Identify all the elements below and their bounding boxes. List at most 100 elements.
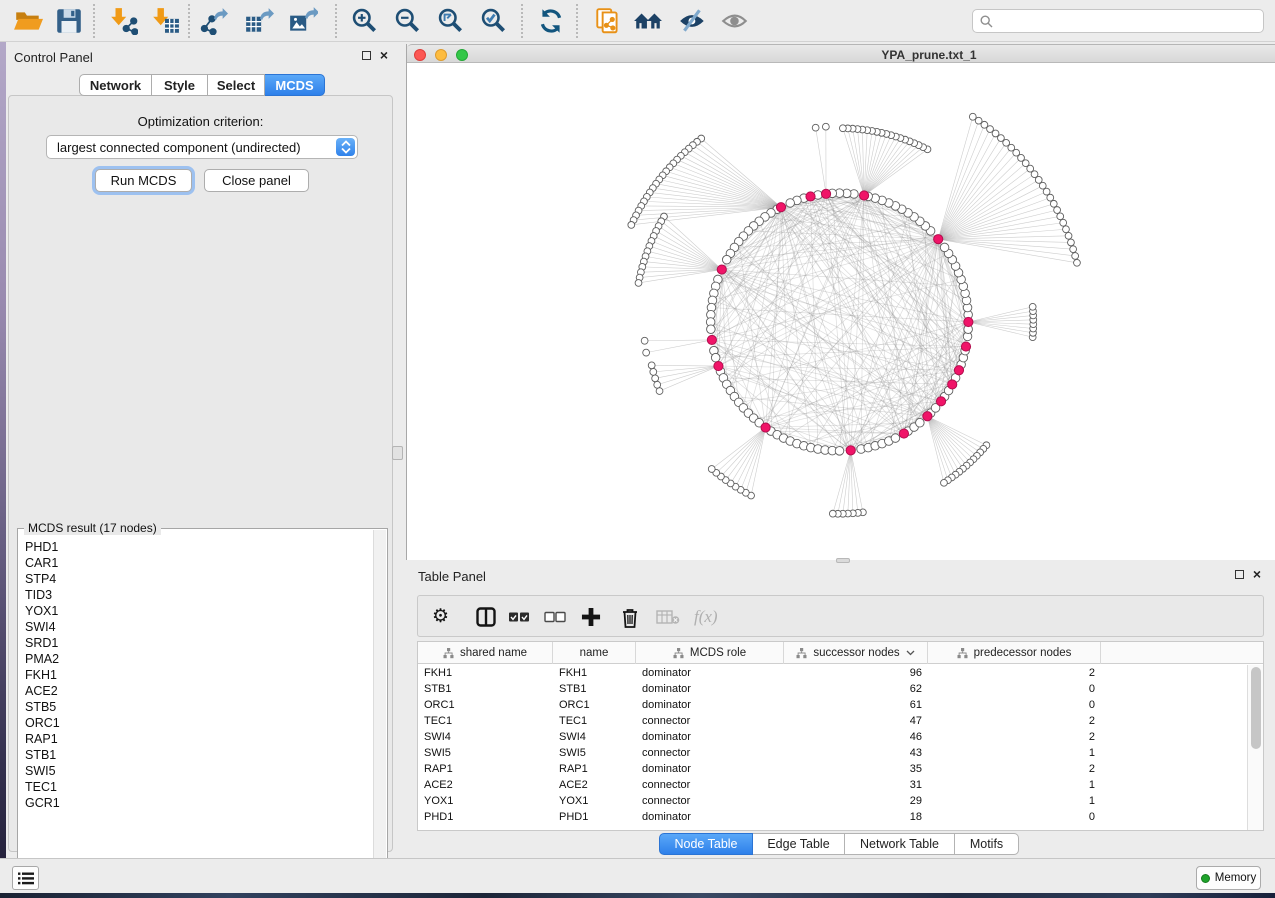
show-all-icon[interactable] bbox=[720, 7, 750, 35]
mcds-result-item[interactable]: PMA2 bbox=[19, 651, 371, 667]
table-row[interactable]: SWI5SWI5connector431 bbox=[418, 745, 1263, 761]
float-window-icon[interactable] bbox=[1235, 570, 1244, 579]
tab-select[interactable]: Select bbox=[208, 74, 265, 96]
tab-edge-table[interactable]: Edge Table bbox=[753, 833, 845, 855]
table-row[interactable]: ACE2ACE2connector311 bbox=[418, 777, 1263, 793]
zoom-in-icon[interactable] bbox=[350, 7, 380, 35]
home-apps-icon[interactable] bbox=[633, 7, 663, 35]
network-canvas[interactable] bbox=[407, 63, 1275, 560]
mcds-result-item[interactable]: YOX1 bbox=[19, 603, 371, 619]
table-row[interactable]: STB1STB1dominator620 bbox=[418, 681, 1263, 697]
optimization-criterion-dropdown[interactable]: largest connected component (undirected) bbox=[46, 135, 358, 159]
table-row[interactable]: FKH1FKH1dominator962 bbox=[418, 665, 1263, 681]
close-panel-icon[interactable]: × bbox=[1253, 570, 1261, 579]
tab-motifs[interactable]: Motifs bbox=[955, 833, 1019, 855]
table-scrollbar-thumb[interactable] bbox=[1251, 667, 1261, 749]
table-cell: YOX1 bbox=[418, 793, 553, 809]
table-cell: RAP1 bbox=[418, 761, 553, 777]
unselect-all-columns-icon[interactable] bbox=[544, 605, 566, 629]
table-header-row: shared namenameMCDS rolesuccessor nodesp… bbox=[418, 642, 1263, 664]
show-columns-icon[interactable] bbox=[476, 605, 496, 629]
table-cell: 47 bbox=[784, 713, 928, 729]
list-icon bbox=[18, 872, 34, 885]
mcds-result-item[interactable]: CAR1 bbox=[19, 555, 371, 571]
mcds-result-item[interactable]: ACE2 bbox=[19, 683, 371, 699]
search-icon bbox=[980, 15, 993, 28]
mcds-result-item[interactable]: PHD1 bbox=[19, 539, 371, 555]
create-column-plus-icon[interactable] bbox=[581, 605, 601, 629]
close-panel-button[interactable]: Close panel bbox=[204, 169, 309, 192]
refresh-icon[interactable] bbox=[536, 7, 566, 35]
task-history-button[interactable] bbox=[12, 866, 39, 890]
zoom-out-icon[interactable] bbox=[393, 7, 423, 35]
dropdown-stepper-icon bbox=[336, 138, 355, 156]
column-header-successor-nodes[interactable]: successor nodes bbox=[784, 642, 928, 664]
export-network-icon[interactable] bbox=[198, 7, 228, 35]
tab-network[interactable]: Network bbox=[79, 74, 152, 96]
mcds-result-list[interactable]: PHD1CAR1STP4TID3YOX1SWI4SRD1PMA2FKH1ACE2… bbox=[19, 539, 371, 888]
mcds-result-item[interactable]: STP4 bbox=[19, 571, 371, 587]
zoom-traffic-light[interactable] bbox=[456, 49, 468, 61]
search-input[interactable] bbox=[997, 11, 1257, 31]
mcds-result-item[interactable]: TID3 bbox=[19, 587, 371, 603]
import-table-icon[interactable] bbox=[150, 7, 180, 35]
table-cell: PHD1 bbox=[418, 809, 553, 825]
column-header-predecessor-nodes[interactable]: predecessor nodes bbox=[928, 642, 1101, 664]
table-row[interactable]: ORC1ORC1dominator610 bbox=[418, 697, 1263, 713]
table-cell: dominator bbox=[636, 665, 784, 681]
mcds-result-scrollbar[interactable] bbox=[373, 530, 386, 888]
minimize-traffic-light[interactable] bbox=[435, 49, 447, 61]
tab-node-table[interactable]: Node Table bbox=[659, 833, 753, 855]
memory-button[interactable]: Memory bbox=[1196, 866, 1261, 890]
table-cell: 2 bbox=[928, 761, 1101, 777]
table-row[interactable]: PHD1PHD1dominator180 bbox=[418, 809, 1263, 825]
control-panel-title: Control Panel bbox=[14, 50, 93, 65]
table-row[interactable]: SWI4SWI4dominator462 bbox=[418, 729, 1263, 745]
mcds-result-item[interactable]: GCR1 bbox=[19, 795, 371, 811]
open-session-icon[interactable] bbox=[13, 7, 43, 35]
mcds-result-item[interactable]: FKH1 bbox=[19, 667, 371, 683]
table-cell: dominator bbox=[636, 697, 784, 713]
mcds-result-item[interactable]: SWI5 bbox=[19, 763, 371, 779]
tab-style[interactable]: Style bbox=[152, 74, 208, 96]
mcds-result-item[interactable]: TEC1 bbox=[19, 779, 371, 795]
float-window-icon[interactable] bbox=[362, 51, 371, 60]
export-table-icon[interactable] bbox=[244, 7, 274, 35]
table-scrollbar[interactable] bbox=[1247, 665, 1263, 830]
table-row[interactable]: RAP1RAP1dominator352 bbox=[418, 761, 1263, 777]
clone-network-icon[interactable] bbox=[593, 7, 623, 35]
mcds-result-item[interactable]: STB1 bbox=[19, 747, 371, 763]
shared-column-icon bbox=[957, 648, 968, 659]
hide-selected-icon[interactable] bbox=[678, 7, 708, 35]
table-settings-gear-icon[interactable]: ⚙ bbox=[432, 605, 449, 629]
table-row[interactable]: YOX1YOX1connector291 bbox=[418, 793, 1263, 809]
search-field[interactable] bbox=[972, 9, 1264, 33]
save-session-icon[interactable] bbox=[54, 7, 84, 35]
mcds-result-item[interactable]: RAP1 bbox=[19, 731, 371, 747]
zoom-selected-icon[interactable] bbox=[479, 7, 509, 35]
panel-divider-grip[interactable] bbox=[836, 558, 850, 563]
tab-network-table[interactable]: Network Table bbox=[845, 833, 955, 855]
column-header-MCDS-role[interactable]: MCDS role bbox=[636, 642, 784, 664]
select-all-columns-icon[interactable] bbox=[508, 605, 530, 629]
mcds-result-item[interactable]: SRD1 bbox=[19, 635, 371, 651]
close-panel-icon[interactable]: × bbox=[380, 51, 388, 60]
delete-column-trash-icon[interactable] bbox=[621, 605, 639, 629]
import-network-icon[interactable] bbox=[108, 7, 138, 35]
column-header-name[interactable]: name bbox=[553, 642, 636, 664]
close-traffic-light[interactable] bbox=[414, 49, 426, 61]
network-window-titlebar[interactable]: YPA_prune.txt_1 bbox=[407, 44, 1275, 63]
tab-mcds[interactable]: MCDS bbox=[265, 74, 325, 96]
network-window-title: YPA_prune.txt_1 bbox=[839, 48, 1019, 62]
table-row[interactable]: TEC1TEC1connector472 bbox=[418, 713, 1263, 729]
mcds-result-item[interactable]: SWI4 bbox=[19, 619, 371, 635]
zoom-fit-icon[interactable] bbox=[436, 7, 466, 35]
mcds-result-item[interactable]: STB5 bbox=[19, 699, 371, 715]
mcds-result-item[interactable]: ORC1 bbox=[19, 715, 371, 731]
network-graph[interactable] bbox=[407, 63, 1275, 560]
panel-divider-grip[interactable] bbox=[392, 446, 403, 460]
table-body: FKH1FKH1dominator962STB1STB1dominator620… bbox=[418, 665, 1263, 825]
export-image-icon[interactable] bbox=[288, 7, 318, 35]
run-mcds-button[interactable]: Run MCDS bbox=[95, 169, 192, 192]
column-header-shared-name[interactable]: shared name bbox=[418, 642, 553, 664]
